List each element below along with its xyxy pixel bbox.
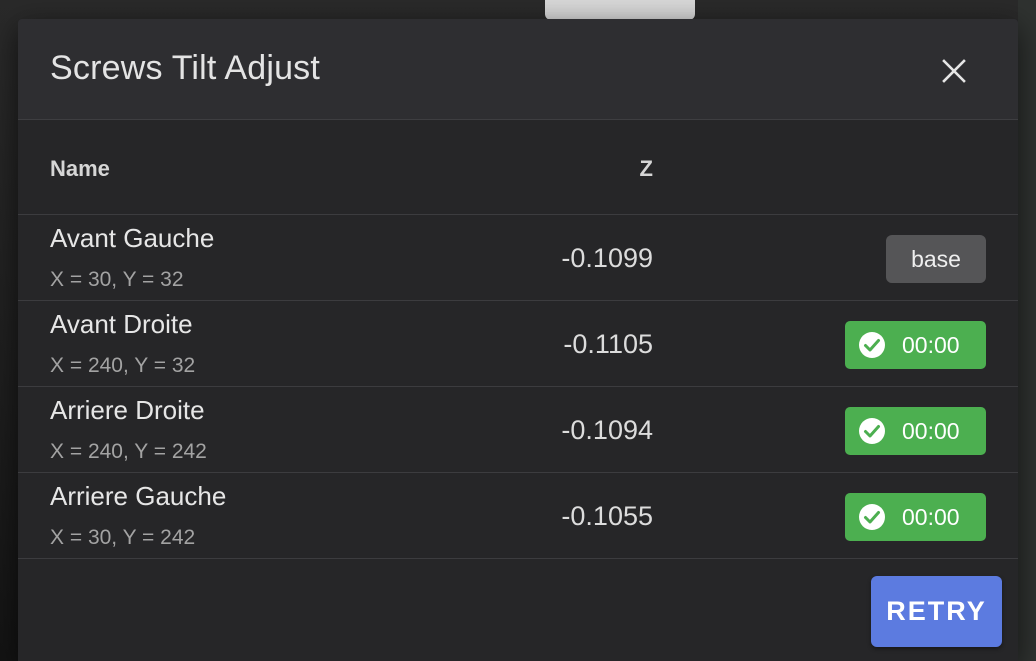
status-badge-ok: 00:00	[845, 407, 986, 455]
column-header-name: Name	[50, 156, 110, 181]
table-row: Avant Gauche X = 30, Y = 32 -0.1099 base	[18, 215, 1018, 301]
status-badge-ok: 00:00	[845, 493, 986, 541]
dialog-footer: RETRY	[18, 559, 1018, 661]
column-header-z: Z	[639, 156, 653, 181]
background-shape	[545, 0, 695, 20]
screw-coordinates: X = 240, Y = 32	[50, 354, 196, 377]
table-row: Arriere Gauche X = 30, Y = 242 -0.1055 0…	[18, 473, 1018, 559]
table-row: Arriere Droite X = 240, Y = 242 -0.1094 …	[18, 387, 1018, 473]
check-circle-icon	[859, 504, 885, 530]
retry-button[interactable]: RETRY	[871, 576, 1002, 647]
status-time: 00:00	[902, 331, 960, 358]
table-row: Avant Droite X = 240, Y = 32 -0.1105 00:…	[18, 301, 1018, 387]
status-badge-ok: 00:00	[845, 321, 986, 369]
check-circle-icon	[859, 332, 885, 358]
screw-z-value: -0.1055	[561, 501, 653, 531]
screw-coordinates: X = 30, Y = 242	[50, 526, 196, 549]
status-time: 00:00	[902, 417, 960, 444]
screws-tilt-dialog: Screws Tilt Adjust Name Z Avant Gauche X…	[18, 19, 1018, 661]
screw-coordinates: X = 240, Y = 242	[50, 440, 207, 463]
screw-coordinates: X = 30, Y = 32	[50, 268, 184, 291]
dialog-header: Screws Tilt Adjust	[18, 19, 1018, 120]
status-time: 00:00	[902, 503, 960, 530]
screw-name: Avant Gauche	[50, 223, 215, 253]
screw-z-value: -0.1099	[561, 243, 653, 273]
check-circle-icon	[859, 418, 885, 444]
background-edge	[1018, 0, 1036, 661]
close-icon	[942, 59, 966, 83]
dialog-title: Screws Tilt Adjust	[50, 49, 321, 87]
status-badge-base: base	[886, 235, 986, 283]
screw-name: Avant Droite	[50, 309, 193, 339]
table-header: Name Z	[18, 120, 1018, 215]
screw-name: Arriere Droite	[50, 395, 205, 425]
close-button[interactable]	[934, 51, 974, 91]
screw-z-value: -0.1094	[561, 415, 653, 445]
screw-z-value: -0.1105	[563, 329, 653, 359]
screw-name: Arriere Gauche	[50, 481, 227, 511]
